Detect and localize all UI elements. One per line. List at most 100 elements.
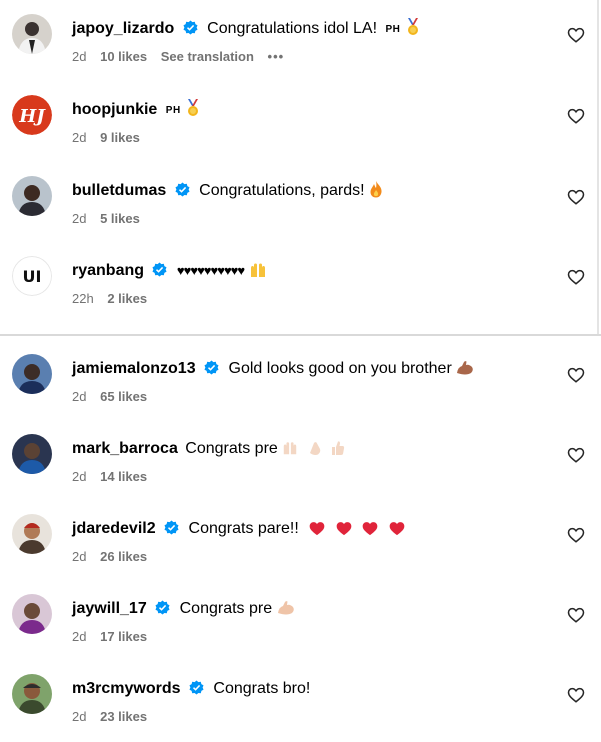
- comment-item: mark_barroca Congrats pre 2d 14 likes: [0, 432, 601, 512]
- comment-item: UI ryanbang ♥♥♥♥♥♥♥♥♥♥ 22h 2 likes: [0, 254, 601, 334]
- avatar[interactable]: HJ: [12, 95, 52, 135]
- likes-count[interactable]: 26 likes: [100, 549, 147, 564]
- comments-section-top: japoy_lizardo Congratulations idol LA! P…: [0, 0, 601, 334]
- flexed-biceps-icon: [277, 601, 294, 615]
- flag-ph: PH: [165, 105, 181, 116]
- likes-count[interactable]: 2 likes: [107, 291, 147, 306]
- comment-text-line: jaywill_17 Congrats pre: [72, 598, 295, 620]
- avatar[interactable]: UI: [12, 256, 52, 296]
- comment-meta: 2d 14 likes: [72, 468, 157, 486]
- comment-age: 2d: [72, 469, 87, 484]
- username[interactable]: jdaredevil2: [72, 520, 156, 537]
- comments-section-bottom: jamiemalonzo13 Gold looks good on you br…: [0, 336, 601, 742]
- verified-badge-icon: [155, 600, 170, 615]
- see-translation-link[interactable]: See translation: [161, 49, 254, 64]
- avatar[interactable]: [12, 354, 52, 394]
- verified-badge-icon: [175, 182, 190, 197]
- comment-meta: 2d 65 likes: [72, 388, 157, 406]
- likes-count[interactable]: 10 likes: [100, 49, 147, 64]
- comment-meta: 2d 23 likes: [72, 708, 157, 726]
- comment-item: jamiemalonzo13 Gold looks good on you br…: [0, 352, 601, 432]
- comment-text-line: bulletdumas Congratulations, pards!: [72, 180, 383, 202]
- avatar[interactable]: [12, 514, 52, 554]
- medal-icon: [188, 99, 199, 116]
- verified-badge-icon: [183, 20, 198, 35]
- comment-item: jaywill_17 Congrats pre 2d 17 likes: [0, 592, 601, 672]
- svg-text:HJ: HJ: [18, 106, 46, 127]
- comment-text: Gold looks good on you brother: [228, 360, 452, 377]
- likes-count[interactable]: 14 likes: [100, 469, 147, 484]
- username[interactable]: bulletdumas: [72, 182, 166, 199]
- comment-text-line: jdaredevil2 Congrats pare!!: [72, 518, 405, 540]
- verified-badge-icon: [152, 262, 167, 277]
- comment-age: 2d: [72, 709, 87, 724]
- avatar[interactable]: [12, 594, 52, 634]
- comment-meta: 22h 2 likes: [72, 290, 157, 308]
- avatar[interactable]: [12, 674, 52, 714]
- comment-text-line: m3rcmywords Congrats bro!: [72, 678, 310, 700]
- comment-age: 2d: [72, 211, 87, 226]
- comment-item: jdaredevil2 Congrats pare!! 2d 26 likes: [0, 512, 601, 592]
- verified-badge-icon: [164, 520, 179, 535]
- flag-ph: PH: [385, 24, 401, 35]
- verified-badge-icon: [204, 360, 219, 375]
- likes-count[interactable]: 5 likes: [100, 211, 140, 226]
- heart-outline-icon[interactable]: [567, 686, 585, 704]
- flexed-biceps-icon: [457, 361, 474, 375]
- username[interactable]: mark_barroca: [72, 440, 178, 457]
- red-heart-icon: [389, 522, 404, 536]
- raised-hands-icon: [250, 263, 265, 277]
- comment-meta: 2d 9 likes: [72, 129, 150, 147]
- avatar[interactable]: [12, 176, 52, 216]
- clapping-hands-icon: [309, 442, 320, 455]
- fire-icon: [370, 181, 382, 198]
- comment-age: 2d: [72, 49, 87, 64]
- heart-outline-icon[interactable]: [567, 446, 585, 464]
- username[interactable]: japoy_lizardo: [72, 20, 174, 37]
- heart-outline-icon[interactable]: [567, 366, 585, 384]
- raised-hands-icon: [284, 442, 297, 455]
- comment-item: m3rcmywords Congrats bro! 2d 23 likes: [0, 672, 601, 742]
- medal-icon: [407, 18, 418, 35]
- likes-count[interactable]: 9 likes: [100, 130, 140, 145]
- comment-item: bulletdumas Congratulations, pards! 2d 5…: [0, 174, 601, 254]
- username[interactable]: jaywill_17: [72, 600, 147, 617]
- red-heart-icon: [336, 522, 352, 536]
- comment-meta: 2d 10 likes See translation •••: [72, 48, 294, 66]
- comment-age: 2d: [72, 130, 87, 145]
- comment-text: Congratulations, pards!: [199, 182, 365, 199]
- heart-outline-icon[interactable]: [567, 606, 585, 624]
- comment-meta: 2d 26 likes: [72, 548, 157, 566]
- likes-count[interactable]: 23 likes: [100, 709, 147, 724]
- heart-outline-icon[interactable]: [567, 107, 585, 125]
- comment-text: Congrats pre: [179, 600, 273, 617]
- verified-badge-icon: [189, 680, 204, 695]
- comment-age: 2d: [72, 549, 87, 564]
- comment-text: Congrats pre: [185, 440, 278, 457]
- heart-outline-icon[interactable]: [567, 526, 585, 544]
- avatar[interactable]: [12, 14, 52, 54]
- username[interactable]: m3rcmywords: [72, 680, 181, 697]
- comment-meta: 2d 5 likes: [72, 210, 150, 228]
- likes-count[interactable]: 65 likes: [100, 389, 147, 404]
- avatar[interactable]: [12, 434, 52, 474]
- panel-edge: [597, 0, 599, 334]
- username[interactable]: jamiemalonzo13: [72, 360, 196, 377]
- comment-text-line: mark_barroca Congrats pre: [72, 438, 345, 460]
- heart-outline-icon[interactable]: [567, 268, 585, 286]
- username[interactable]: hoopjunkie: [72, 101, 157, 118]
- comment-text: Congrats bro!: [213, 680, 311, 697]
- comment-text-line: japoy_lizardo Congratulations idol LA! P…: [72, 18, 421, 41]
- heart-outline-icon[interactable]: [567, 188, 585, 206]
- username[interactable]: ryanbang: [72, 262, 144, 279]
- svg-text:UI: UI: [23, 267, 42, 286]
- comment-text: Congratulations idol LA!: [207, 20, 378, 37]
- red-heart-icon: [362, 522, 378, 536]
- more-options-icon[interactable]: •••: [268, 49, 285, 64]
- comment-age: 2d: [72, 389, 87, 404]
- comment-item: japoy_lizardo Congratulations idol LA! P…: [0, 12, 601, 92]
- heart-outline-icon[interactable]: [567, 26, 585, 44]
- thumbs-up-icon: [332, 441, 345, 455]
- comment-text: Congrats pare!!: [188, 520, 299, 537]
- likes-count[interactable]: 17 likes: [100, 629, 147, 644]
